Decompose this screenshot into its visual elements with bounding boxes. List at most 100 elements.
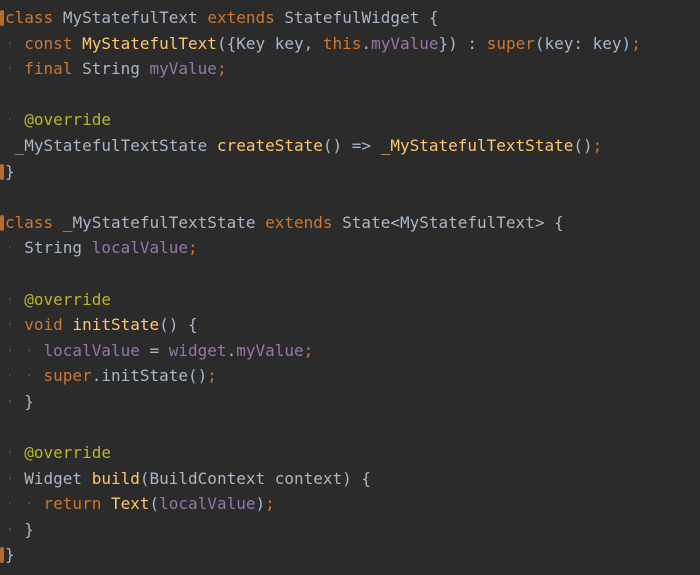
code-token: extends [207,8,275,27]
code-token: MyStatefulText [62,8,198,27]
code-token: void [24,315,63,335]
code-line[interactable]: class _MyStatefulTextState extends State… [0,210,700,236]
code-line[interactable] [0,184,700,210]
code-line[interactable]: · } [0,517,700,543]
code-token: build [91,468,140,488]
indent-guide: · [5,315,25,335]
code-line[interactable] [0,82,700,108]
code-token: super [43,366,92,386]
code-token: .initState() [91,366,208,386]
code-line[interactable]: class MyStatefulText extends StatefulWid… [0,5,700,31]
code-line[interactable]: } [0,542,700,568]
code-token: () => [322,135,381,155]
indent-guide: · [5,289,25,309]
code-token: const [24,33,73,53]
code-line[interactable]: · } [0,389,700,415]
code-token: extends [265,212,333,232]
indent-guide: · [5,110,25,130]
code-token: } [24,519,34,539]
code-token: _MyStatefulTextState [53,212,266,232]
code-token: super [486,33,535,53]
indent-guide: · [5,59,25,79]
code-line[interactable]: · · super.initState(); [0,363,700,389]
code-token: ; [303,340,314,360]
fold-marker-icon[interactable] [0,10,4,26]
code-line[interactable]: · Widget build(BuildContext context) { [0,466,700,492]
code-token: myValue [236,340,304,360]
code-line[interactable]: · @override [0,440,700,466]
code-line[interactable]: · · localValue = widget.myValue; [0,338,700,364]
code-token: @override [24,443,111,463]
indent-guide: · [5,33,25,53]
fold-marker-icon[interactable] [0,163,4,180]
code-token: (key: key) [534,33,632,53]
code-line[interactable]: } [0,159,700,185]
code-line[interactable]: · @override [0,107,700,133]
indent-guide: · [5,519,25,539]
code-line[interactable] [0,261,700,287]
code-line[interactable]: · String localValue; [0,235,700,261]
code-token: (BuildContext context) { [139,468,372,488]
code-token: Text [110,494,150,514]
indent-guide: · · [5,340,44,360]
code-token: ) [255,494,266,514]
code-token: ( [149,494,160,514]
indent-guide: · [5,468,25,488]
fold-marker-icon[interactable] [0,214,4,231]
indent-guide: · · [5,494,44,514]
code-token: class [5,8,54,27]
code-token: String [72,59,150,79]
indent-guide: · [5,238,25,258]
code-token: createState [216,135,323,155]
code-token: . [226,340,237,360]
code-token: ; [265,494,275,514]
code-token: ; [631,33,641,53]
indent-guide: · [5,443,25,463]
code-token: _MyStatefulTextState [380,135,574,155]
code-token: }) : [438,33,487,53]
code-line[interactable]: · void initState() { [0,312,700,338]
code-line[interactable] [0,415,700,441]
code-line[interactable]: · const MyStatefulText({Key key, this.my… [0,31,700,57]
code-token: } [24,391,34,411]
code-line[interactable]: · final String myValue; [0,56,700,82]
code-token: Widget [24,468,92,488]
code-token: class [5,212,54,232]
code-token: ({Key key, [216,33,323,53]
code-token: = [139,340,169,360]
code-token: localValue [43,340,140,360]
code-token: final [24,59,73,79]
code-token: () [573,135,593,155]
code-token: widget [168,340,227,360]
code-token: MyStatefulText [82,33,217,53]
code-token: _MyStatefulTextState [5,135,217,155]
code-line[interactable]: · @override [0,287,700,313]
code-token: initState [72,315,160,335]
code-token: { [419,8,439,27]
code-token: ; [207,366,217,386]
code-token: myValue [371,33,439,53]
code-line[interactable]: _MyStatefulTextState createState() => _M… [0,133,700,159]
code-token: ; [216,59,227,79]
code-token: myValue [149,59,217,79]
code-token: ; [592,135,603,155]
indent-guide: · · [5,366,44,386]
code-token: localValue [159,494,256,514]
code-token: this [322,33,362,53]
code-token: StatefulWidget [284,8,420,27]
code-token: . [361,33,372,53]
indent-guide: · [5,391,25,411]
code-token: return [43,494,102,514]
code-editor[interactable]: class MyStatefulText extends StatefulWid… [0,0,700,575]
code-token: String [24,238,92,258]
code-token: ; [188,238,198,258]
fold-marker-icon[interactable] [0,547,4,564]
code-token: State<MyStatefulText> { [332,212,564,232]
code-token: } [5,161,15,181]
code-line[interactable]: · · return Text(localValue); [0,491,700,517]
